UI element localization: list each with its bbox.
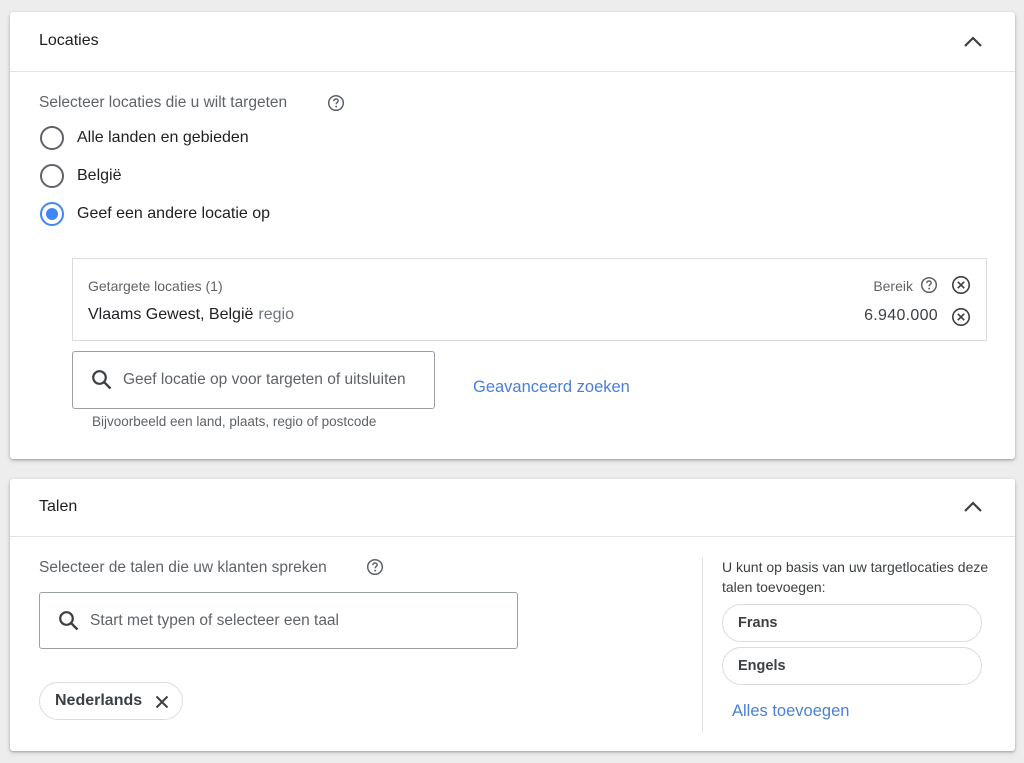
help-circle-icon[interactable] (366, 558, 384, 576)
location-search-hint: Bijvoorbeeld een land, plaats, regio of … (92, 414, 377, 429)
radio-label: Geef een andere locatie op (77, 205, 271, 222)
advanced-search-link[interactable]: Geavanceerd zoeken (473, 378, 630, 397)
languages-card-header[interactable]: Talen (10, 479, 1015, 537)
language-suggestion-text: U kunt op basis van uw targetlocaties de… (722, 559, 989, 595)
locations-card-header[interactable]: Locaties (10, 12, 1015, 72)
location-search-input[interactable] (123, 370, 423, 390)
radio-button-checked[interactable] (40, 202, 64, 226)
close-icon[interactable] (152, 692, 172, 712)
language-search-field[interactable] (39, 592, 518, 649)
targeted-location-item: Vlaams Gewest, België regio (88, 306, 294, 324)
vertical-divider (702, 557, 703, 733)
radio-button[interactable] (40, 126, 64, 150)
selected-language-chip: Nederlands (39, 682, 183, 720)
languages-prompt: Selecteer de talen die uw klanten spreke… (39, 559, 327, 576)
location-type: regio (258, 306, 294, 323)
suggested-language-chip[interactable]: Engels (722, 647, 982, 685)
help-circle-icon[interactable] (920, 276, 938, 294)
targeted-locations-box: Getargete locaties (1) Bereik Vlaams Gew… (72, 258, 987, 341)
languages-title: Talen (39, 498, 78, 515)
search-icon (90, 368, 114, 392)
radio-label: België (77, 167, 122, 184)
radio-button[interactable] (40, 164, 64, 188)
radio-all-countries[interactable]: Alle landen en gebieden (40, 124, 249, 152)
chevron-up-icon[interactable] (961, 495, 985, 519)
radio-belgium[interactable]: België (40, 162, 121, 190)
locations-title: Locaties (39, 32, 99, 49)
search-icon (57, 609, 81, 633)
locations-card: Locaties Selecteer locaties die u wilt t… (10, 12, 1015, 459)
reach-label: Bereik (873, 278, 913, 294)
locations-prompt: Selecteer locaties die u wilt targeten (39, 94, 288, 111)
radio-label: Alle landen en gebieden (77, 129, 249, 146)
chevron-up-icon[interactable] (961, 30, 985, 54)
help-circle-icon[interactable] (327, 94, 345, 112)
location-name: Vlaams Gewest, België (88, 306, 254, 323)
suggested-language-chip[interactable]: Frans (722, 604, 982, 642)
chip-label: Nederlands (55, 692, 143, 709)
language-search-input[interactable] (90, 611, 500, 631)
languages-card: Talen Selecteer de talen die uw klanten … (10, 479, 1015, 751)
close-circle-icon[interactable] (951, 307, 971, 327)
add-all-languages-link[interactable]: Alles toevoegen (732, 702, 849, 721)
targeted-locations-header: Getargete locaties (1) (88, 278, 223, 294)
radio-other-location[interactable]: Geef een andere locatie op (40, 200, 270, 228)
location-reach-value: 6.940.000 (864, 307, 938, 324)
close-circle-icon[interactable] (951, 275, 971, 295)
location-search-field[interactable] (72, 351, 435, 409)
